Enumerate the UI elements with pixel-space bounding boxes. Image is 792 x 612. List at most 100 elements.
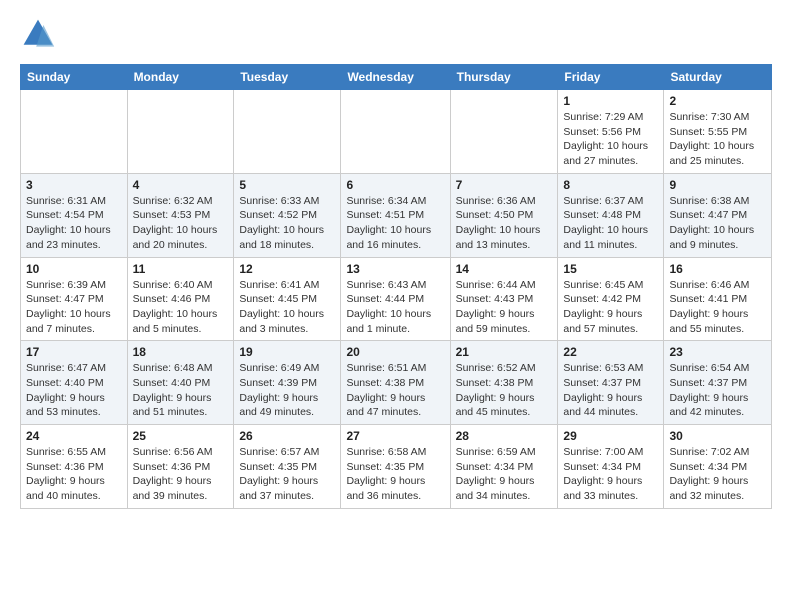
day-number: 17: [26, 345, 122, 359]
logo-icon: [20, 16, 56, 52]
day-cell: 23 Sunrise: 6:54 AM Sunset: 4:37 PM Dayli…: [664, 341, 772, 425]
day-cell: 11 Sunrise: 6:40 AM Sunset: 4:46 PM Dayli…: [127, 257, 234, 341]
day-number: 20: [346, 345, 444, 359]
day-info: Sunrise: 6:34 AM Sunset: 4:51 PM Dayligh…: [346, 194, 444, 253]
day-cell: 21 Sunrise: 6:52 AM Sunset: 4:38 PM Dayli…: [450, 341, 558, 425]
header-cell-thursday: Thursday: [450, 65, 558, 90]
day-number: 30: [669, 429, 766, 443]
logo: [20, 16, 60, 52]
day-info: Sunrise: 6:52 AM Sunset: 4:38 PM Dayligh…: [456, 361, 553, 420]
day-cell: 19 Sunrise: 6:49 AM Sunset: 4:39 PM Dayli…: [234, 341, 341, 425]
day-info: Sunrise: 6:39 AM Sunset: 4:47 PM Dayligh…: [26, 278, 122, 337]
day-info: Sunrise: 6:31 AM Sunset: 4:54 PM Dayligh…: [26, 194, 122, 253]
day-number: 16: [669, 262, 766, 276]
day-cell: 12 Sunrise: 6:41 AM Sunset: 4:45 PM Dayli…: [234, 257, 341, 341]
day-cell: 14 Sunrise: 6:44 AM Sunset: 4:43 PM Dayli…: [450, 257, 558, 341]
day-cell: 9Sunrise: 6:38 AM Sunset: 4:47 PM Daylig…: [664, 173, 772, 257]
day-cell: 10Sunrise: 6:39 AM Sunset: 4:47 PM Dayli…: [21, 257, 128, 341]
day-info: Sunrise: 6:53 AM Sunset: 4:37 PM Dayligh…: [563, 361, 658, 420]
day-info: Sunrise: 7:02 AM Sunset: 4:34 PM Dayligh…: [669, 445, 766, 504]
day-info: Sunrise: 6:54 AM Sunset: 4:37 PM Dayligh…: [669, 361, 766, 420]
header: [20, 16, 772, 52]
header-cell-wednesday: Wednesday: [341, 65, 450, 90]
day-number: 11: [133, 262, 229, 276]
day-cell: 4 Sunrise: 6:32 AM Sunset: 4:53 PM Daylig…: [127, 173, 234, 257]
day-info: Sunrise: 6:56 AM Sunset: 4:36 PM Dayligh…: [133, 445, 229, 504]
day-cell: 13Sunrise: 6:43 AM Sunset: 4:44 PM Dayli…: [341, 257, 450, 341]
day-cell: 15 Sunrise: 6:45 AM Sunset: 4:42 PM Dayli…: [558, 257, 664, 341]
day-cell: 3Sunrise: 6:31 AM Sunset: 4:54 PM Daylig…: [21, 173, 128, 257]
header-row: SundayMondayTuesdayWednesdayThursdayFrid…: [21, 65, 772, 90]
day-number: 21: [456, 345, 553, 359]
day-info: Sunrise: 6:59 AM Sunset: 4:34 PM Dayligh…: [456, 445, 553, 504]
day-cell: 2 Sunrise: 7:30 AM Sunset: 5:55 PM Daylig…: [664, 90, 772, 174]
day-cell: 5Sunrise: 6:33 AM Sunset: 4:52 PM Daylig…: [234, 173, 341, 257]
day-number: 14: [456, 262, 553, 276]
day-cell: 16 Sunrise: 6:46 AM Sunset: 4:41 PM Dayli…: [664, 257, 772, 341]
day-info: Sunrise: 6:57 AM Sunset: 4:35 PM Dayligh…: [239, 445, 335, 504]
day-cell: 30 Sunrise: 7:02 AM Sunset: 4:34 PM Dayli…: [664, 425, 772, 509]
day-cell: 25 Sunrise: 6:56 AM Sunset: 4:36 PM Dayli…: [127, 425, 234, 509]
calendar-body: 1 Sunrise: 7:29 AM Sunset: 5:56 PM Daylig…: [21, 90, 772, 509]
day-cell: 6Sunrise: 6:34 AM Sunset: 4:51 PM Daylig…: [341, 173, 450, 257]
day-number: 24: [26, 429, 122, 443]
day-cell: [450, 90, 558, 174]
day-number: 18: [133, 345, 229, 359]
day-number: 23: [669, 345, 766, 359]
header-cell-saturday: Saturday: [664, 65, 772, 90]
day-cell: 29 Sunrise: 7:00 AM Sunset: 4:34 PM Dayli…: [558, 425, 664, 509]
page: SundayMondayTuesdayWednesdayThursdayFrid…: [0, 0, 792, 519]
day-number: 13: [346, 262, 444, 276]
day-cell: 22 Sunrise: 6:53 AM Sunset: 4:37 PM Dayli…: [558, 341, 664, 425]
day-number: 19: [239, 345, 335, 359]
day-info: Sunrise: 6:40 AM Sunset: 4:46 PM Dayligh…: [133, 278, 229, 337]
day-cell: [234, 90, 341, 174]
day-info: Sunrise: 6:49 AM Sunset: 4:39 PM Dayligh…: [239, 361, 335, 420]
day-cell: [341, 90, 450, 174]
day-info: Sunrise: 6:47 AM Sunset: 4:40 PM Dayligh…: [26, 361, 122, 420]
day-cell: 20 Sunrise: 6:51 AM Sunset: 4:38 PM Dayli…: [341, 341, 450, 425]
day-info: Sunrise: 6:41 AM Sunset: 4:45 PM Dayligh…: [239, 278, 335, 337]
day-info: Sunrise: 7:29 AM Sunset: 5:56 PM Dayligh…: [563, 110, 658, 169]
calendar-header: SundayMondayTuesdayWednesdayThursdayFrid…: [21, 65, 772, 90]
day-number: 7: [456, 178, 553, 192]
day-info: Sunrise: 6:37 AM Sunset: 4:48 PM Dayligh…: [563, 194, 658, 253]
day-number: 28: [456, 429, 553, 443]
week-row-1: 3Sunrise: 6:31 AM Sunset: 4:54 PM Daylig…: [21, 173, 772, 257]
day-cell: 1 Sunrise: 7:29 AM Sunset: 5:56 PM Daylig…: [558, 90, 664, 174]
header-cell-monday: Monday: [127, 65, 234, 90]
day-number: 22: [563, 345, 658, 359]
day-number: 25: [133, 429, 229, 443]
day-number: 8: [563, 178, 658, 192]
day-info: Sunrise: 6:58 AM Sunset: 4:35 PM Dayligh…: [346, 445, 444, 504]
day-cell: [21, 90, 128, 174]
day-number: 15: [563, 262, 658, 276]
day-cell: 8 Sunrise: 6:37 AM Sunset: 4:48 PM Daylig…: [558, 173, 664, 257]
day-number: 1: [563, 94, 658, 108]
day-cell: [127, 90, 234, 174]
week-row-4: 24 Sunrise: 6:55 AM Sunset: 4:36 PM Dayli…: [21, 425, 772, 509]
day-info: Sunrise: 6:33 AM Sunset: 4:52 PM Dayligh…: [239, 194, 335, 253]
header-cell-tuesday: Tuesday: [234, 65, 341, 90]
day-info: Sunrise: 6:48 AM Sunset: 4:40 PM Dayligh…: [133, 361, 229, 420]
day-number: 27: [346, 429, 444, 443]
day-cell: 24 Sunrise: 6:55 AM Sunset: 4:36 PM Dayli…: [21, 425, 128, 509]
day-info: Sunrise: 6:55 AM Sunset: 4:36 PM Dayligh…: [26, 445, 122, 504]
day-number: 29: [563, 429, 658, 443]
day-number: 9: [669, 178, 766, 192]
day-cell: 18 Sunrise: 6:48 AM Sunset: 4:40 PM Dayli…: [127, 341, 234, 425]
day-info: Sunrise: 6:45 AM Sunset: 4:42 PM Dayligh…: [563, 278, 658, 337]
day-info: Sunrise: 6:51 AM Sunset: 4:38 PM Dayligh…: [346, 361, 444, 420]
day-number: 12: [239, 262, 335, 276]
day-info: Sunrise: 6:36 AM Sunset: 4:50 PM Dayligh…: [456, 194, 553, 253]
day-number: 2: [669, 94, 766, 108]
day-info: Sunrise: 6:46 AM Sunset: 4:41 PM Dayligh…: [669, 278, 766, 337]
day-info: Sunrise: 7:30 AM Sunset: 5:55 PM Dayligh…: [669, 110, 766, 169]
day-cell: 7 Sunrise: 6:36 AM Sunset: 4:50 PM Daylig…: [450, 173, 558, 257]
day-number: 26: [239, 429, 335, 443]
day-number: 4: [133, 178, 229, 192]
day-info: Sunrise: 6:44 AM Sunset: 4:43 PM Dayligh…: [456, 278, 553, 337]
header-cell-sunday: Sunday: [21, 65, 128, 90]
day-info: Sunrise: 7:00 AM Sunset: 4:34 PM Dayligh…: [563, 445, 658, 504]
day-info: Sunrise: 6:32 AM Sunset: 4:53 PM Dayligh…: [133, 194, 229, 253]
